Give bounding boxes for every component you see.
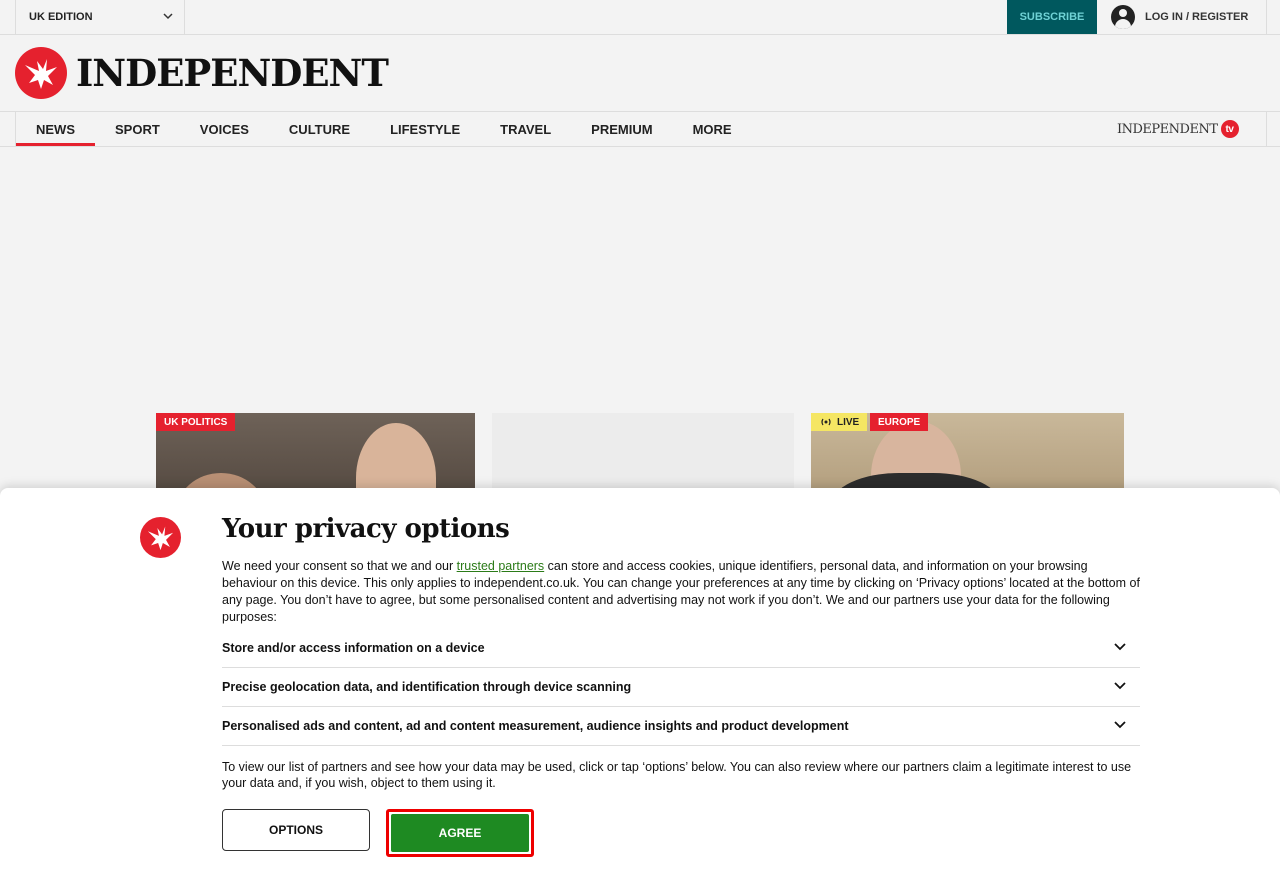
nav-item-travel[interactable]: TRAVEL (480, 112, 571, 146)
category-tag: UK POLITICS (156, 413, 236, 431)
purpose-accordion-personalised-ads[interactable]: Personalised ads and content, ad and con… (222, 707, 1140, 746)
nav-item-premium[interactable]: PREMIUM (571, 112, 672, 146)
nav-divider (1266, 112, 1267, 146)
chevron-down-icon (1114, 682, 1126, 690)
subscribe-button[interactable]: SUBSCRIBE (1007, 0, 1097, 34)
nav-item-sport[interactable]: SPORT (95, 112, 180, 146)
main-nav: NEWS SPORT VOICES CULTURE LIFESTYLE TRAV… (0, 111, 1280, 147)
user-avatar-icon (1111, 5, 1135, 29)
masthead: INDEPENDENT (0, 35, 1280, 111)
tv-badge: tv (1220, 120, 1239, 138)
eagle-glyph-icon (25, 59, 57, 89)
purpose-accordion-store-access[interactable]: Store and/or access information on a dev… (222, 629, 1140, 668)
nav-item-voices[interactable]: VOICES (180, 112, 269, 146)
purpose-accordion-geolocation[interactable]: Precise geolocation data, and identifica… (222, 668, 1140, 707)
eagle-logo-icon[interactable] (15, 47, 67, 99)
privacy-intro: We need your consent so that we and our … (222, 558, 1140, 626)
options-button[interactable]: OPTIONS (222, 809, 370, 851)
login-register-link[interactable]: LOG IN / REGISTER (1097, 0, 1267, 34)
live-label: LIVE (837, 416, 860, 428)
login-label: LOG IN / REGISTER (1145, 11, 1249, 23)
purpose-label: Store and/or access information on a dev… (222, 641, 485, 655)
tv-brand-label: INDEPENDENT (1117, 121, 1218, 137)
chevron-down-icon (163, 13, 173, 20)
eagle-logo-icon (140, 517, 181, 558)
trusted-partners-link[interactable]: trusted partners (457, 559, 545, 573)
purpose-label: Precise geolocation data, and identifica… (222, 680, 632, 694)
intro-text-before: We need your consent so that we and our (222, 559, 457, 573)
agree-label: AGREE (391, 814, 529, 852)
purpose-label: Personalised ads and content, ad and con… (222, 719, 849, 733)
eagle-glyph-icon (147, 526, 174, 551)
live-broadcast-icon (821, 418, 831, 426)
agree-button[interactable]: AGREE (386, 809, 534, 857)
privacy-outro: To view our list of partners and see how… (222, 760, 1132, 790)
nav-item-lifestyle[interactable]: LIFESTYLE (370, 112, 480, 146)
top-utility-bar: UK EDITION SUBSCRIBE LOG IN / REGISTER (0, 0, 1280, 35)
independent-tv-link[interactable]: INDEPENDENT tv (1117, 120, 1239, 138)
nav-item-news[interactable]: NEWS (16, 112, 95, 146)
nav-item-culture[interactable]: CULTURE (269, 112, 370, 146)
category-tag: EUROPE (870, 413, 929, 431)
edition-selector[interactable]: UK EDITION (15, 0, 185, 34)
privacy-consent-dialog: Your privacy options We need your consen… (0, 488, 1280, 887)
chevron-down-icon (1114, 643, 1126, 651)
chevron-down-icon (1114, 721, 1126, 729)
live-badge: LIVE (811, 413, 868, 431)
brand-wordmark[interactable]: INDEPENDENT (76, 51, 389, 95)
nav-item-more[interactable]: MORE (673, 112, 752, 146)
nav-items: NEWS SPORT VOICES CULTURE LIFESTYLE TRAV… (15, 112, 752, 146)
privacy-title: Your privacy options (222, 514, 510, 544)
edition-label: UK EDITION (29, 11, 93, 23)
